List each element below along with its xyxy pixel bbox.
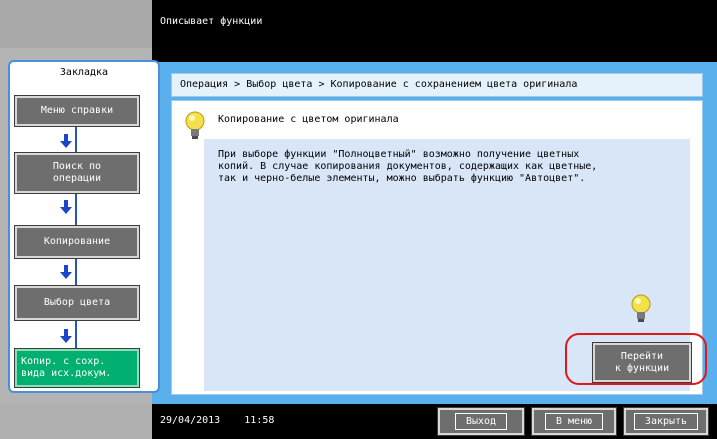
sidebar-item-help-menu[interactable]: Меню справки	[14, 95, 140, 127]
sidebar-item-copy-original-color[interactable]: Копир. с сохр. вида исх.докум.	[14, 348, 140, 388]
content-title: Копирование с цветом оригинала	[218, 114, 399, 125]
exit-button[interactable]: Выход	[437, 407, 525, 436]
sidebar-item-search-by-operation[interactable]: Поиск по операции	[14, 152, 140, 194]
goto-label-line2: к функции	[614, 362, 670, 374]
header-bar: Описывает функции	[152, 0, 717, 62]
exit-label: Выход	[454, 413, 508, 430]
sidebar-item-label: Копирование	[43, 236, 111, 247]
close-button[interactable]: Закрыть	[623, 407, 709, 436]
go-to-function-button[interactable]: Перейти к функции	[592, 342, 692, 383]
sidebar-item-copying[interactable]: Копирование	[14, 225, 140, 259]
sidebar-item-label: Копир. с сохр. вида исх.докум.	[21, 356, 112, 379]
menu-label: В меню	[544, 413, 604, 430]
sidebar-item-label: Меню справки	[40, 105, 114, 116]
sidebar-item-label: Поиск по операции	[52, 161, 102, 184]
sidebar-item-color-select[interactable]: Выбор цвета	[14, 285, 140, 321]
arrow-down-icon	[60, 265, 72, 279]
close-label: Закрыть	[633, 413, 699, 430]
menu-button[interactable]: В меню	[531, 407, 617, 436]
lightbulb-icon	[631, 294, 651, 322]
arrow-down-icon	[60, 200, 72, 214]
left-frame-top	[0, 0, 152, 48]
date-time: 29/04/2013 11:58	[160, 415, 275, 426]
arrow-down-icon	[60, 329, 72, 343]
bookmark-heading: Закладка	[59, 67, 109, 78]
goto-label-line1: Перейти	[620, 350, 664, 362]
lightbulb-icon	[185, 111, 205, 139]
arrow-down-icon	[60, 134, 72, 148]
breadcrumb: Операция > Выбор цвета > Копирование с с…	[171, 73, 703, 97]
left-frame-bottom	[0, 404, 152, 439]
sidebar-item-label: Выбор цвета	[43, 297, 111, 308]
header-title: Описывает функции	[160, 16, 263, 27]
